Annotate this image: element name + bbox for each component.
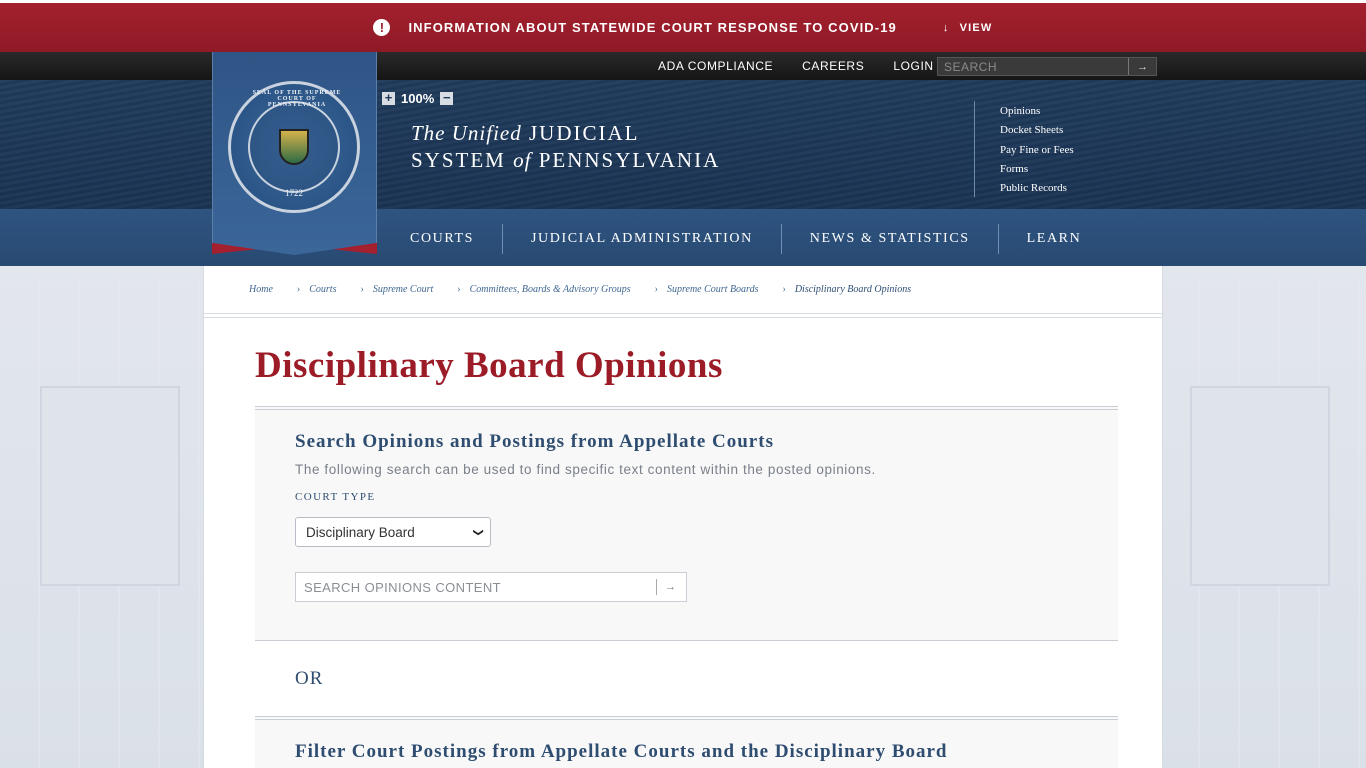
logo-judicial: JUDICIAL	[529, 121, 640, 145]
logo-the-unified: The Unified	[411, 121, 522, 145]
covid-alert-bar[interactable]: ! INFORMATION ABOUT STATEWIDE COURT RESP…	[0, 0, 1366, 52]
court-type-label: COURT TYPE	[295, 491, 376, 503]
filter-postings-section: Filter Court Postings from Appellate Cou…	[255, 716, 1118, 768]
search-section-description: The following search can be used to find…	[295, 462, 876, 477]
utility-bar: ADA COMPLIANCE CAREERS LOGIN →	[0, 52, 1366, 80]
quick-links-divider	[974, 101, 975, 197]
logo-system: SYSTEM	[411, 148, 506, 172]
ada-compliance-link[interactable]: ADA COMPLIANCE	[658, 59, 773, 73]
seal-ring-text: SEAL OF THE SUPREME COURT OF PENNSYLVANI…	[252, 90, 342, 108]
zoom-level: 100%	[401, 91, 435, 106]
site-search-input[interactable]	[938, 58, 1128, 75]
divider	[204, 317, 1162, 318]
main-navigation: COURTS JUDICIAL ADMINISTRATION NEWS & ST…	[382, 224, 1109, 254]
logo-line-1: The Unified JUDICIAL	[411, 120, 720, 147]
search-submit-icon[interactable]: →	[656, 579, 684, 595]
nav-item-courts[interactable]: COURTS	[382, 224, 503, 254]
breadcrumb-chevron-icon: ›	[782, 284, 786, 295]
careers-link[interactable]: CAREERS	[802, 59, 864, 73]
breadcrumb-home[interactable]: Home	[249, 284, 273, 295]
search-section-heading: Search Opinions and Postings from Appell…	[295, 431, 774, 452]
page-title: Disciplinary Board Opinions	[255, 345, 723, 386]
zoom-out-button[interactable]: −	[440, 91, 454, 105]
utility-links: ADA COMPLIANCE CAREERS LOGIN	[658, 52, 934, 80]
nav-item-news-statistics[interactable]: NEWS & STATISTICS	[782, 224, 999, 254]
quick-link-opinions[interactable]: Opinions	[1000, 102, 1074, 121]
site-search: →	[937, 57, 1157, 76]
logo-line-2: SYSTEM of PENNSYLVANIA	[411, 147, 720, 174]
background-window	[1190, 386, 1330, 586]
breadcrumb-chevron-icon: ›	[457, 284, 461, 295]
breadcrumb-chevron-icon: ›	[296, 284, 301, 295]
logo-of: of	[513, 148, 532, 172]
search-opinions-section: Search Opinions and Postings from Appell…	[255, 406, 1118, 641]
search-submit-icon[interactable]: →	[1128, 58, 1156, 75]
breadcrumb-chevron-icon: ›	[360, 284, 364, 295]
seal-inner	[248, 101, 340, 193]
background-window	[40, 386, 180, 586]
alert-icon: !	[373, 19, 391, 36]
zoom-in-button[interactable]: +	[382, 91, 395, 105]
breadcrumb-committees[interactable]: Committees, Boards & Advisory Groups	[470, 284, 631, 295]
breadcrumb-supreme-court-boards[interactable]: Supreme Court Boards	[667, 284, 758, 295]
quick-link-forms[interactable]: Forms	[1000, 160, 1074, 179]
court-type-selected-value: Disciplinary Board	[306, 524, 415, 540]
zoom-controls: + 100% −	[382, 91, 454, 106]
covid-alert-text[interactable]: INFORMATION ABOUT STATEWIDE COURT RESPON…	[408, 20, 896, 35]
court-type-select[interactable]: Disciplinary Board ❯	[295, 517, 491, 547]
quick-link-public-records[interactable]: Public Records	[1000, 179, 1074, 198]
breadcrumb-supreme-court[interactable]: Supreme Court	[373, 284, 433, 295]
quick-link-docket-sheets[interactable]: Docket Sheets	[1000, 121, 1074, 140]
site-logo-text[interactable]: The Unified JUDICIAL SYSTEM of PENNSYLVA…	[411, 120, 720, 174]
supreme-court-seal-logo[interactable]: SEAL OF THE SUPREME COURT OF PENNSYLVANI…	[228, 81, 360, 213]
quick-links: Opinions Docket Sheets Pay Fine or Fees …	[1000, 102, 1074, 198]
arrow-down-icon: ↓	[942, 21, 950, 34]
filter-section-heading: Filter Court Postings from Appellate Cou…	[295, 741, 948, 762]
nav-item-learn[interactable]: LEARN	[999, 224, 1110, 254]
quick-link-pay-fine-or-fees[interactable]: Pay Fine or Fees	[1000, 141, 1074, 160]
seal-shield-icon	[279, 129, 309, 165]
covid-view-button[interactable]: ↓ VIEW	[943, 22, 993, 34]
nav-item-judicial-administration[interactable]: JUDICIAL ADMINISTRATION	[503, 224, 782, 254]
opinions-search-input[interactable]	[296, 573, 656, 601]
seal-year: 1722	[285, 188, 303, 198]
login-link[interactable]: LOGIN	[893, 59, 933, 73]
chevron-down-icon: ❯	[472, 527, 484, 537]
breadcrumb-chevron-icon: ›	[654, 284, 658, 295]
covid-view-label: VIEW	[959, 21, 993, 34]
breadcrumb-courts[interactable]: Courts	[309, 284, 336, 295]
content-panel: Home › Courts › Supreme Court › Committe…	[203, 266, 1163, 768]
logo-pennsylvania: PENNSYLVANIA	[538, 148, 721, 172]
opinions-search-box: →	[295, 572, 687, 602]
or-separator: OR	[295, 668, 324, 689]
breadcrumb: Home › Courts › Supreme Court › Committe…	[204, 266, 1162, 314]
breadcrumb-current: Disciplinary Board Opinions	[794, 284, 912, 295]
